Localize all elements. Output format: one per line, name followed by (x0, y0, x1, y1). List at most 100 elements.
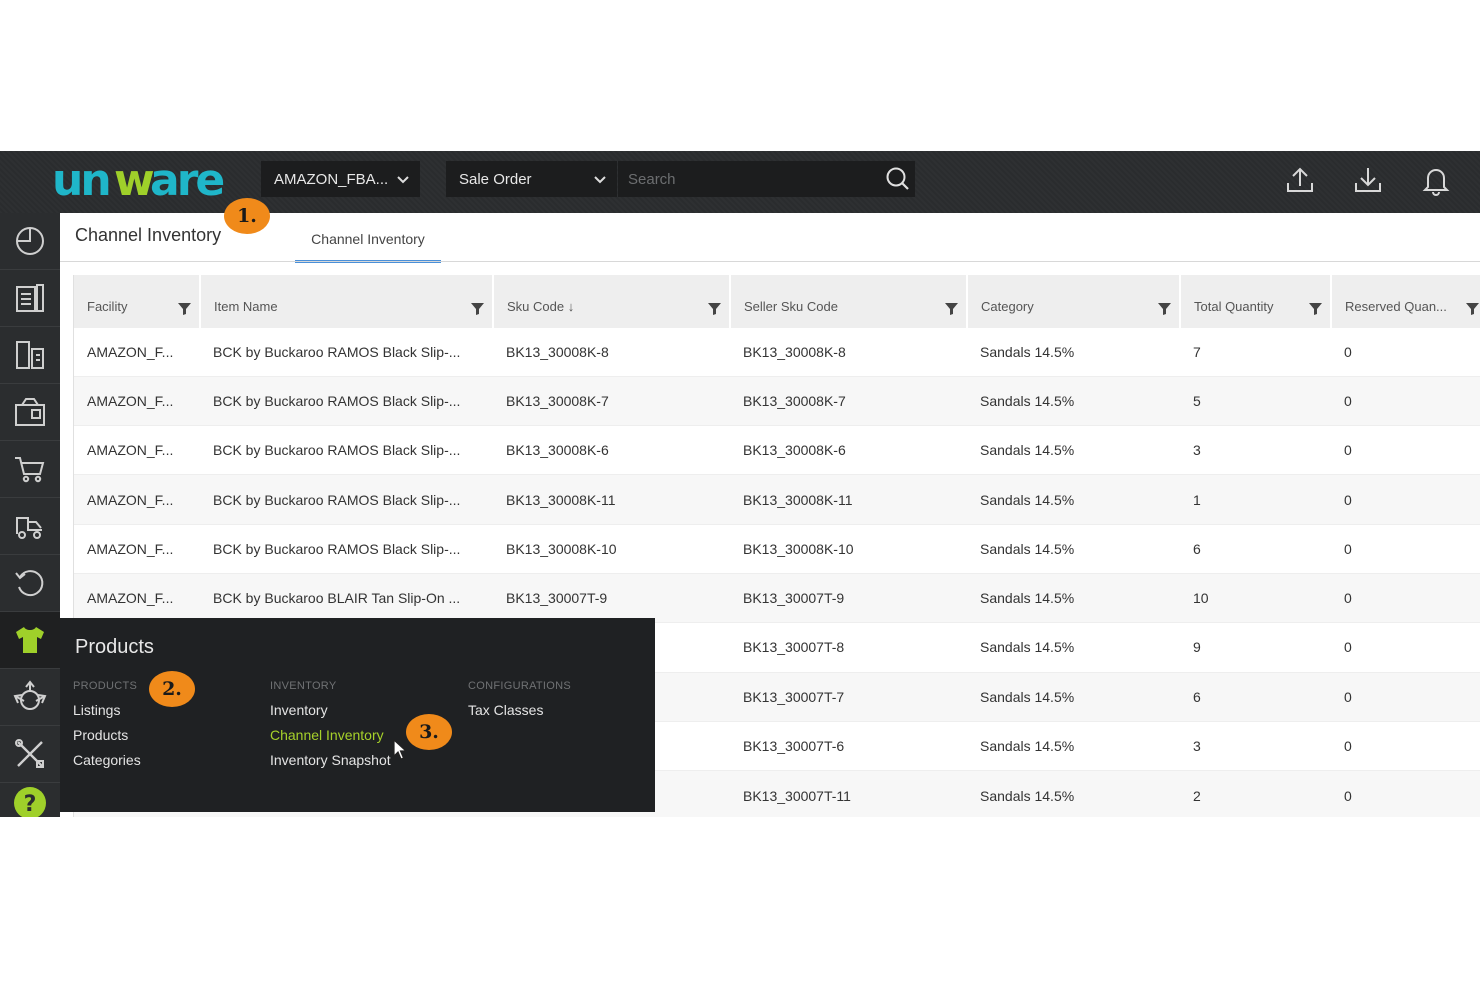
table-row[interactable]: AMAZON_F... BCK by Buckaroo RAMOS Black S… (74, 425, 1480, 475)
table-header-row: Facility Item Name Sku Code ↓ Seller Sku… (74, 275, 1480, 327)
cell-reserved-quantity: 0 (1331, 474, 1480, 525)
sidebar-item-products[interactable] (0, 612, 60, 669)
cell-seller-sku-code: BK13_30008K-10 (730, 523, 967, 574)
cell-item-name: BCK by Buckaroo RAMOS Black Slip-... (200, 474, 493, 525)
cell-total-quantity: 5 (1180, 375, 1331, 426)
cell-sku-code: BK13_30008K-6 (493, 425, 730, 475)
sidebar-item-dispatch[interactable] (0, 498, 60, 555)
sidebar-item-help[interactable]: ? (0, 783, 60, 817)
search-type-select[interactable]: Sale Order (446, 161, 617, 197)
cell-category: Sandals 14.5% (967, 720, 1180, 771)
cell-total-quantity: 9 (1180, 622, 1331, 673)
column-header-total-quantity[interactable]: Total Quantity (1180, 275, 1332, 327)
top-bar: un w are AMAZON_FBA... Sale Order (0, 151, 1480, 213)
step-marker-3: 3. (406, 714, 452, 750)
filter-icon[interactable] (708, 302, 721, 315)
tools-icon (15, 739, 44, 768)
search-input[interactable] (618, 161, 878, 197)
column-header-facility[interactable]: Facility (74, 275, 201, 327)
sidebar-item-returns[interactable] (0, 327, 60, 384)
sidebar-item-recycle[interactable] (0, 669, 60, 726)
column-header-seller-sku-code[interactable]: Seller Sku Code (730, 275, 968, 327)
cell-category: Sandals 14.5% (967, 375, 1180, 426)
sidebar-item-refresh[interactable] (0, 555, 60, 612)
upload-icon[interactable] (1284, 164, 1316, 196)
sidebar-item-tools[interactable] (0, 726, 60, 783)
unware-logo[interactable]: un w are (52, 155, 232, 206)
cell-seller-sku-code: BK13_30007T-6 (730, 720, 967, 771)
sidebar-item-dashboard[interactable] (0, 213, 60, 270)
page-title: Channel Inventory (75, 225, 222, 245)
cell-total-quantity: 3 (1180, 720, 1331, 771)
cell-total-quantity: 10 (1180, 572, 1331, 623)
download-icon[interactable] (1352, 164, 1384, 196)
cell-reserved-quantity: 0 (1331, 671, 1480, 722)
menu-item-inventory[interactable]: Inventory (270, 698, 391, 723)
menu-item-listings[interactable]: Listings (73, 698, 141, 723)
cart-icon (15, 457, 45, 483)
chevron-down-icon (397, 176, 409, 184)
menu-item-tax-classes[interactable]: Tax Classes (468, 698, 571, 723)
cell-item-name: BCK by Buckaroo RAMOS Black Slip-... (200, 326, 493, 377)
column-header-sku-code[interactable]: Sku Code ↓ (493, 275, 731, 327)
facility-select-value: AMAZON_FBA... (274, 170, 389, 188)
cell-category: Sandals 14.5% (967, 770, 1180, 817)
table-row[interactable]: AMAZON_F... BCK by Buckaroo RAMOS Black S… (74, 326, 1480, 377)
sidebar-item-orders[interactable] (0, 270, 60, 327)
menu-item-channel-inventory[interactable]: Channel Inventory (270, 723, 391, 748)
sidebar-item-cart[interactable] (0, 441, 60, 498)
filter-icon[interactable] (945, 302, 958, 315)
recycle-icon (13, 680, 47, 710)
cell-category: Sandals 14.5% (967, 326, 1180, 377)
cell-sku-code: BK13_30007T-9 (493, 572, 730, 623)
filter-icon[interactable] (1158, 302, 1171, 315)
search-icon[interactable] (885, 166, 911, 192)
search-box (618, 161, 915, 197)
cell-reserved-quantity: 0 (1331, 770, 1480, 817)
table-row[interactable]: AMAZON_F... BCK by Buckaroo RAMOS Black S… (74, 523, 1480, 574)
cell-facility: AMAZON_F... (74, 474, 200, 525)
cell-reserved-quantity: 0 (1331, 572, 1480, 623)
cell-seller-sku-code: BK13_30008K-7 (730, 375, 967, 426)
bell-icon[interactable] (1420, 164, 1452, 196)
filter-icon[interactable] (1309, 302, 1322, 315)
facility-select[interactable]: AMAZON_FBA... (261, 161, 420, 197)
flyout-column-configurations: CONFIGURATIONS Tax Classes (468, 680, 571, 723)
step-marker-2: 2. (149, 671, 195, 707)
menu-item-categories[interactable]: Categories (73, 748, 141, 773)
cell-reserved-quantity: 0 (1331, 622, 1480, 673)
table-row[interactable]: AMAZON_F... BCK by Buckaroo RAMOS Black S… (74, 474, 1480, 525)
cell-seller-sku-code: BK13_30008K-11 (730, 474, 967, 525)
column-header-category[interactable]: Category (967, 275, 1181, 327)
cell-category: Sandals 14.5% (967, 474, 1180, 525)
table-row[interactable]: AMAZON_F... BCK by Buckaroo RAMOS Black S… (74, 375, 1480, 426)
flyout-title: Products (75, 636, 154, 658)
chevron-down-icon (594, 176, 606, 184)
products-icon (16, 627, 44, 653)
menu-item-products[interactable]: Products (73, 723, 141, 748)
cell-category: Sandals 14.5% (967, 671, 1180, 722)
column-header-reserved-quantity[interactable]: Reserved Quan... (1331, 275, 1480, 327)
cell-sku-code: BK13_30008K-11 (493, 474, 730, 525)
flyout-heading-inventory: INVENTORY (270, 680, 337, 692)
cell-total-quantity: 1 (1180, 474, 1331, 525)
cell-facility: AMAZON_F... (74, 375, 200, 426)
cell-facility: AMAZON_F... (74, 572, 200, 623)
filter-icon[interactable] (1466, 302, 1479, 315)
cell-facility: AMAZON_F... (74, 523, 200, 574)
sidebar-item-inbound[interactable] (0, 384, 60, 441)
cell-category: Sandals 14.5% (967, 425, 1180, 475)
mouse-cursor-icon (393, 739, 407, 760)
cell-facility: AMAZON_F... (74, 326, 200, 377)
cell-sku-code: BK13_30008K-8 (493, 326, 730, 377)
tab-channel-inventory[interactable]: Channel Inventory (295, 229, 441, 263)
cell-facility: AMAZON_F... (74, 425, 200, 475)
filter-icon[interactable] (178, 302, 191, 315)
table-row[interactable]: AMAZON_F... BCK by Buckaroo BLAIR Tan Sli… (74, 572, 1480, 623)
filter-icon[interactable] (471, 302, 484, 315)
products-flyout-menu: Products PRODUCTS Listings Products Cate… (60, 618, 655, 812)
cell-reserved-quantity: 0 (1331, 425, 1480, 475)
column-header-item-name[interactable]: Item Name (200, 275, 494, 327)
cell-item-name: BCK by Buckaroo RAMOS Black Slip-... (200, 523, 493, 574)
menu-item-inventory-snapshot[interactable]: Inventory Snapshot (270, 748, 391, 773)
